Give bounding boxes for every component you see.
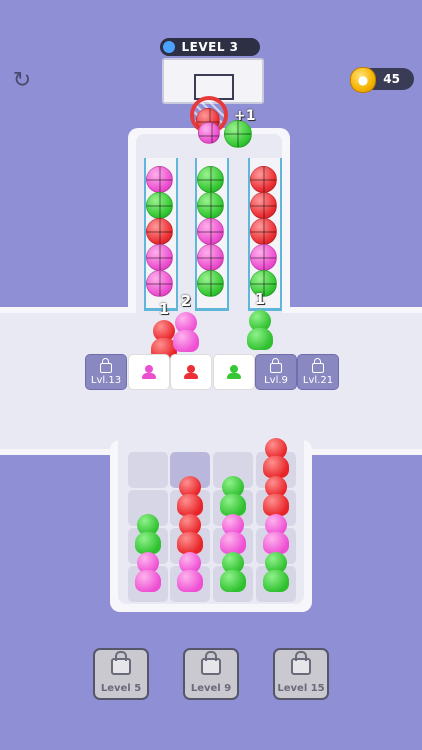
lock-icon bbox=[312, 358, 324, 373]
slot-icon-body bbox=[142, 373, 156, 379]
crowd-person[interactable] bbox=[132, 552, 164, 594]
slot-unlock-label: Lvl.9 bbox=[264, 375, 288, 386]
empty-slot[interactable] bbox=[213, 354, 255, 390]
crowd-person[interactable] bbox=[217, 476, 249, 518]
score-popup: +1 bbox=[234, 108, 256, 124]
locked-level-button[interactable]: Level 15 bbox=[273, 648, 329, 700]
locked-slot[interactable]: Lvl.9 bbox=[255, 354, 297, 390]
person-count: 2 bbox=[180, 292, 192, 310]
slot-icon-body bbox=[227, 373, 241, 379]
person-body bbox=[263, 494, 289, 516]
ball bbox=[250, 244, 277, 271]
ball bbox=[197, 166, 224, 193]
crowd-person[interactable] bbox=[174, 514, 206, 556]
person-body bbox=[135, 532, 161, 554]
empty-slot[interactable] bbox=[170, 354, 212, 390]
crowd-person[interactable] bbox=[132, 514, 164, 556]
ball bbox=[146, 218, 173, 245]
person-body bbox=[263, 456, 289, 478]
lock-icon bbox=[291, 651, 311, 675]
ball bbox=[250, 192, 277, 219]
lock-icon bbox=[100, 358, 112, 373]
locked-slot[interactable]: Lvl.21 bbox=[297, 354, 339, 390]
person-body bbox=[220, 532, 246, 554]
ball-in-hoop bbox=[198, 122, 220, 144]
lock-icon bbox=[270, 358, 282, 373]
person-body bbox=[220, 570, 246, 592]
crowd-person[interactable] bbox=[174, 476, 206, 518]
ball bbox=[146, 166, 173, 193]
ball-flying bbox=[224, 120, 252, 148]
crowd-person[interactable] bbox=[260, 476, 292, 518]
person-count: 1 bbox=[254, 290, 266, 308]
lock-icon bbox=[201, 651, 221, 675]
crowd-person[interactable] bbox=[217, 514, 249, 556]
person-body bbox=[263, 532, 289, 554]
ball bbox=[197, 218, 224, 245]
person-body bbox=[263, 570, 289, 592]
person-body bbox=[173, 330, 199, 352]
crowd-person[interactable] bbox=[174, 552, 206, 594]
slot-color-icon bbox=[225, 365, 243, 379]
crowd-person[interactable] bbox=[260, 438, 292, 480]
crowd-person[interactable] bbox=[217, 552, 249, 594]
queue-person[interactable]: 1 bbox=[244, 290, 276, 352]
refresh-icon[interactable]: ↻ bbox=[10, 68, 34, 93]
queue-person[interactable]: 2 bbox=[170, 292, 202, 354]
level-label: LEVEL 3 bbox=[181, 40, 239, 54]
ball bbox=[146, 192, 173, 219]
slot-icon-body bbox=[184, 373, 198, 379]
slot-unlock-label: Lvl.21 bbox=[302, 375, 334, 386]
slot-icon-head bbox=[187, 365, 195, 373]
coin-icon: ● bbox=[350, 67, 376, 93]
ball bbox=[250, 218, 277, 245]
person-body bbox=[177, 570, 203, 592]
level-button-label: Level 15 bbox=[277, 683, 325, 694]
slot-unlock-label: Lvl.13 bbox=[90, 375, 122, 386]
ball bbox=[197, 244, 224, 271]
locked-slot[interactable]: Lvl.13 bbox=[85, 354, 127, 390]
grid-cell[interactable] bbox=[128, 452, 168, 488]
slot-color-icon bbox=[140, 365, 158, 379]
person-body bbox=[135, 570, 161, 592]
person-body bbox=[247, 328, 273, 350]
person-body bbox=[177, 532, 203, 554]
lock-icon bbox=[111, 651, 131, 675]
slot-color-icon bbox=[182, 365, 200, 379]
person-body bbox=[220, 494, 246, 516]
ball bbox=[146, 244, 173, 271]
coin-count: 45 bbox=[383, 72, 400, 86]
locked-level-button[interactable]: Level 9 bbox=[183, 648, 239, 700]
ball bbox=[250, 166, 277, 193]
crowd-person[interactable] bbox=[260, 514, 292, 556]
ball bbox=[146, 270, 173, 297]
level-button-label: Level 5 bbox=[100, 683, 142, 694]
ball bbox=[197, 192, 224, 219]
level-button-label: Level 9 bbox=[190, 683, 232, 694]
level-indicator: LEVEL 3 bbox=[160, 38, 260, 56]
slot-icon-head bbox=[230, 365, 238, 373]
level-progress-dot bbox=[163, 41, 175, 53]
slot-icon-head bbox=[145, 365, 153, 373]
empty-slot[interactable] bbox=[128, 354, 170, 390]
crowd-person[interactable] bbox=[260, 552, 292, 594]
locked-level-button[interactable]: Level 5 bbox=[93, 648, 149, 700]
person-body bbox=[177, 494, 203, 516]
